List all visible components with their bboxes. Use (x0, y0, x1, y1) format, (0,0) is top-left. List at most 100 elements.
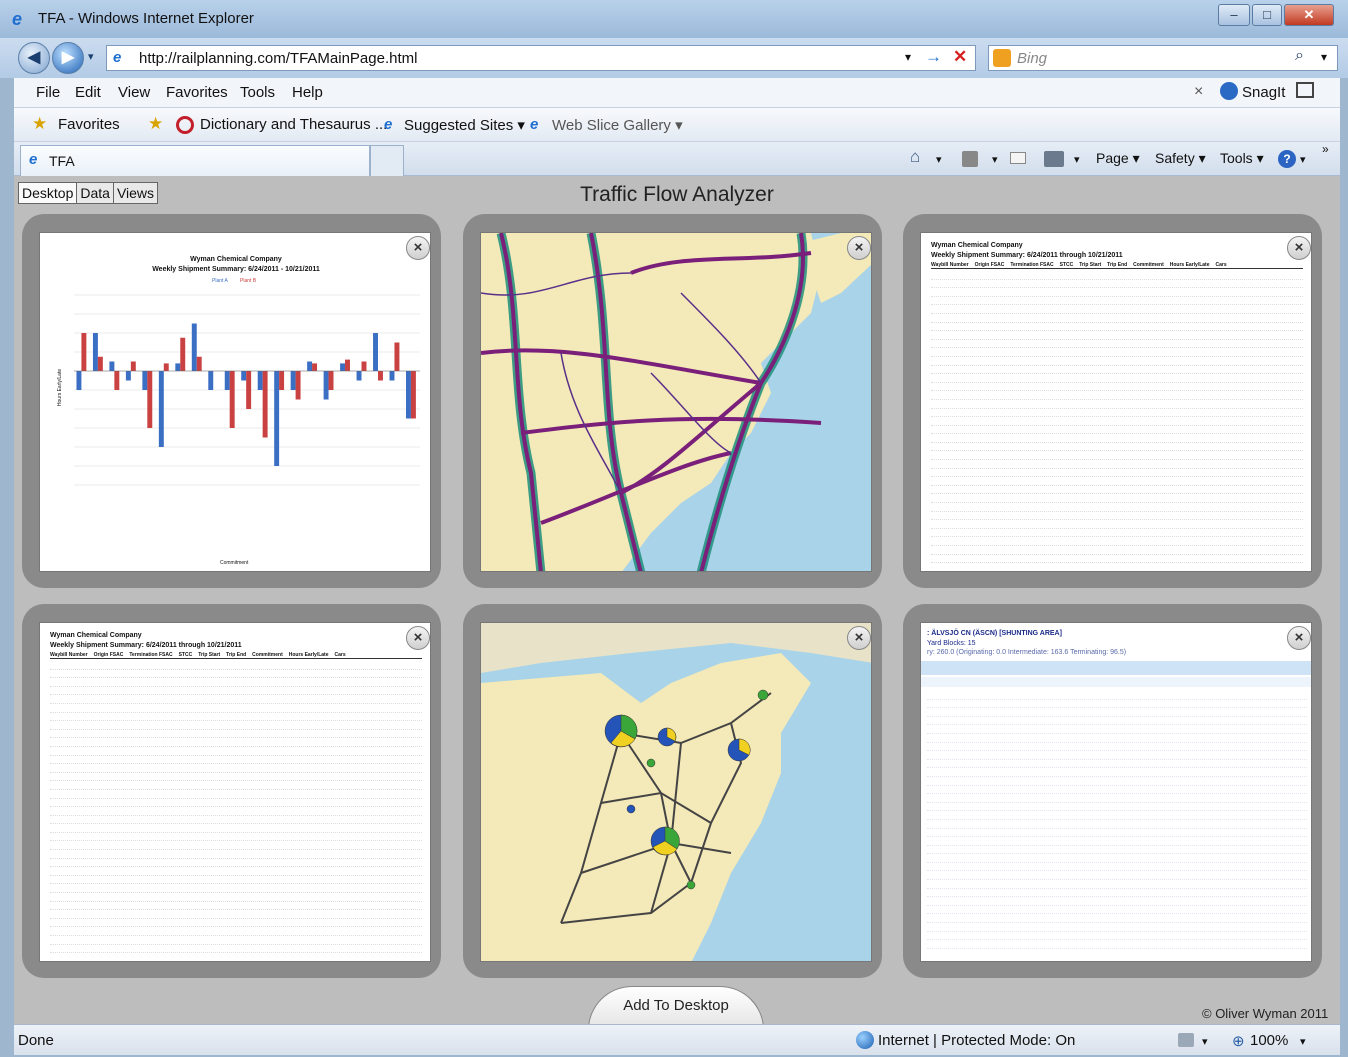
page-menu[interactable]: Page ▾ (1096, 150, 1140, 167)
menu-view[interactable]: View (118, 84, 150, 101)
snagit-button[interactable]: SnagIt (1242, 84, 1285, 101)
bar-chart (74, 294, 420, 486)
zoom-level[interactable]: 100% (1250, 1032, 1288, 1049)
panel-close-button[interactable]: × (406, 626, 430, 650)
bar-plant-a (191, 323, 197, 371)
table-row (931, 555, 1303, 564)
favorites-button[interactable]: Favorites (58, 116, 120, 133)
add-favorites-icon[interactable]: ★ (148, 114, 163, 134)
menu-edit[interactable]: Edit (75, 84, 101, 101)
panel-close-button[interactable]: × (1287, 236, 1311, 260)
table-row (931, 494, 1303, 504)
panel-flow-map[interactable]: × (463, 214, 882, 588)
new-tab-button[interactable] (370, 145, 404, 176)
security-zone[interactable]: Internet | Protected Mode: On (878, 1032, 1075, 1049)
bar-plant-a (389, 371, 395, 381)
help-dropdown-icon[interactable]: ▾ (1300, 153, 1306, 166)
protected-dropdown-icon[interactable]: ▾ (1202, 1035, 1208, 1048)
zoom-dropdown-icon[interactable]: ▾ (1300, 1035, 1306, 1048)
help-icon[interactable]: ? (1278, 150, 1296, 168)
table-row (931, 383, 1303, 392)
bar-plant-b (81, 333, 87, 371)
yard-blocks: Yard Blocks: 15 (927, 640, 976, 647)
tab-tfa[interactable]: e TFA (20, 145, 370, 176)
table-row (931, 271, 1303, 280)
col-header: Termination FSAC (129, 652, 173, 658)
table-row (927, 734, 1307, 743)
favorite-dictionary[interactable]: Dictionary and Thesaurus ... (200, 116, 387, 133)
snagit-capture-icon[interactable] (1296, 82, 1314, 98)
table-row (50, 661, 422, 670)
address-bar[interactable]: e http://railplanning.com/TFAMainPage.ht… (106, 45, 976, 71)
panel-close-button[interactable]: × (847, 626, 871, 650)
safety-menu[interactable]: Safety ▾ (1155, 150, 1206, 167)
panel-shipment-table-2[interactable]: Wyman Chemical Company Weekly Shipment S… (22, 604, 441, 978)
search-icon[interactable]: ⌕ (1295, 47, 1304, 65)
table-row (927, 743, 1307, 752)
back-button[interactable]: ◀ (18, 42, 50, 74)
close-toolbar-icon[interactable]: × (1194, 83, 1203, 101)
table-row (50, 704, 422, 713)
table-row (927, 837, 1307, 846)
menu-favorites[interactable]: Favorites (166, 84, 228, 101)
table-row (50, 781, 422, 790)
print-icon[interactable] (1044, 151, 1064, 167)
menu-file[interactable]: File (36, 84, 60, 101)
bar-plant-b (130, 361, 136, 371)
favorite-web-slice-gallery[interactable]: Web Slice Gallery ▾ (552, 116, 683, 134)
mail-icon[interactable] (1010, 152, 1026, 164)
chart-view: Wyman Chemical Company Weekly Shipment S… (39, 232, 431, 572)
forward-button[interactable]: ▶ (52, 42, 84, 74)
search-box[interactable]: Bing ⌕ ▾ (988, 45, 1338, 71)
table-row (927, 768, 1307, 777)
chevron-more-icon[interactable]: » (1322, 142, 1329, 156)
favorites-bar: ★ Favorites ★ Dictionary and Thesaurus .… (14, 108, 1340, 142)
menu-help[interactable]: Help (292, 84, 323, 101)
tab-bar: e TFA ⌂ ▾ ▾ ▾ Page ▾ Safety ▾ Tools ▾ ? … (14, 142, 1340, 176)
home-dropdown-icon[interactable]: ▾ (936, 153, 942, 166)
menu-tools[interactable]: Tools (240, 84, 275, 101)
maximize-button[interactable]: □ (1252, 4, 1282, 26)
go-icon[interactable]: → (925, 47, 942, 67)
panel-chart[interactable]: Wyman Chemical Company Weekly Shipment S… (22, 214, 441, 588)
yard-map (481, 623, 871, 961)
panel-shipment-table[interactable]: Wyman Chemical Company Weekly Shipment S… (903, 214, 1322, 588)
panel-close-button[interactable]: × (406, 236, 430, 260)
table-row (927, 940, 1307, 949)
ie-logo-icon: e (12, 9, 23, 29)
stop-icon[interactable]: ✕ (953, 47, 967, 67)
table-row (50, 721, 422, 730)
table-row (927, 708, 1307, 717)
bar-plant-a (175, 363, 181, 371)
table-row (931, 374, 1303, 383)
bar-plant-b (246, 371, 252, 409)
address-dropdown-icon[interactable]: ▾ (905, 50, 911, 64)
favorite-suggested-sites[interactable]: Suggested Sites ▾ (404, 116, 525, 134)
table-row (931, 366, 1303, 375)
panel-close-button[interactable]: × (1287, 626, 1311, 650)
close-window-button[interactable]: ✕ (1284, 4, 1334, 26)
table-row (927, 897, 1307, 906)
protected-mode-icon[interactable] (1178, 1033, 1194, 1047)
table-row (50, 859, 422, 868)
home-icon[interactable]: ⌂ (910, 147, 920, 167)
panel-yard-table[interactable]: : ÄLVSJÖ CN (ÄSCN) [SHUNTING AREA] Yard … (903, 604, 1322, 978)
feeds-dropdown-icon[interactable]: ▾ (992, 153, 998, 166)
panel-yard-map[interactable]: × (463, 604, 882, 978)
table-rows (50, 661, 422, 961)
feeds-icon[interactable] (962, 151, 978, 167)
table-row (931, 451, 1303, 461)
panel-close-button[interactable]: × (847, 236, 871, 260)
tools-menu[interactable]: Tools ▾ (1220, 150, 1264, 167)
col-header: STCC (1059, 262, 1074, 268)
table-row (927, 700, 1307, 709)
bar-plant-a (224, 371, 230, 390)
search-dropdown-icon[interactable]: ▾ (1321, 50, 1327, 64)
table-row (931, 331, 1303, 340)
history-dropdown-icon[interactable]: ▾ (88, 50, 94, 63)
table-row (931, 512, 1303, 521)
print-dropdown-icon[interactable]: ▾ (1074, 153, 1080, 166)
minimize-button[interactable]: – (1218, 4, 1250, 26)
table-row (50, 867, 422, 876)
web-slice-icon: e (530, 116, 539, 133)
